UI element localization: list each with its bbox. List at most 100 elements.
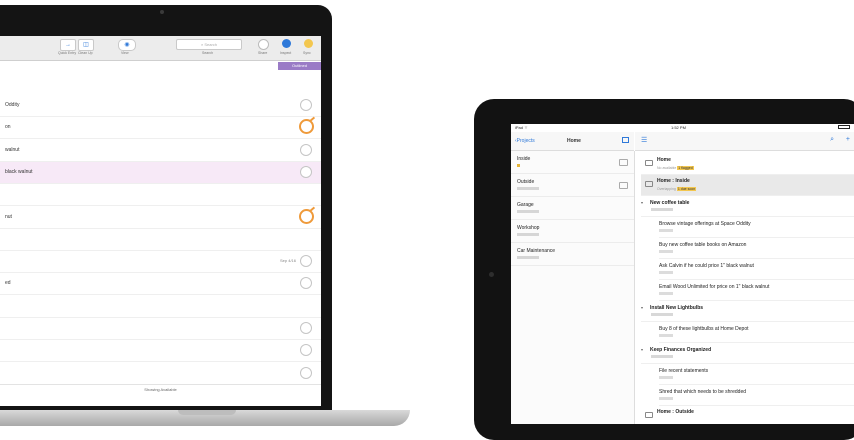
mac-toolbar: → ◫ Quick Entry Clean Up ◉ View ⌕ Search… xyxy=(0,36,321,61)
action-row[interactable]: Browse vintage offerings at Space Oddity xyxy=(659,217,854,238)
action-title: Buy new coffee table books on Amazon xyxy=(659,242,747,248)
disclosure-triangle-icon[interactable]: ▾ xyxy=(641,347,643,352)
disclosure-triangle-icon[interactable]: ▾ xyxy=(641,305,643,310)
action-row[interactable]: Shred that which needs to be shredded xyxy=(659,385,854,406)
share-button[interactable] xyxy=(258,39,269,50)
inspect-button[interactable] xyxy=(282,39,291,48)
disclosure-triangle-icon[interactable]: ▾ xyxy=(641,200,643,205)
action-subtitle xyxy=(659,334,673,337)
task-title: ed xyxy=(5,280,11,287)
folder-icon xyxy=(645,412,653,418)
status-circle-icon[interactable] xyxy=(300,255,312,268)
action-subtitle xyxy=(659,397,673,400)
folder-title: Home xyxy=(657,157,671,163)
sidebar-item-label: Inside xyxy=(517,156,531,162)
sidebar-item-folder[interactable]: Inside xyxy=(511,151,634,174)
task-row[interactable]: Oddity xyxy=(0,95,321,117)
search-input[interactable]: ⌕ Search xyxy=(176,39,242,50)
project-title: Install New Lightbulbs xyxy=(650,305,704,311)
task-title: walnut xyxy=(5,146,20,153)
action-row[interactable]: Ask Calvin if he could price 1" black wa… xyxy=(659,259,854,280)
back-button[interactable]: ‹Projects xyxy=(515,138,535,144)
view-button[interactable]: ◉ xyxy=(118,39,136,51)
action-subtitle xyxy=(659,229,673,232)
task-row[interactable] xyxy=(0,296,321,318)
action-title: Ask Calvin if he could price 1" black wa… xyxy=(659,263,754,269)
action-title: Browse vintage offerings at Space Oddity xyxy=(659,221,751,227)
task-row[interactable] xyxy=(0,340,321,363)
action-row[interactable]: Buy 8 of these lightbulbs at Home Depot xyxy=(659,322,854,343)
task-row[interactable] xyxy=(0,318,321,340)
folder-icon xyxy=(619,159,628,166)
action-title: Shred that which needs to be shredded xyxy=(659,389,747,395)
status-footer: Showing Available xyxy=(0,384,321,395)
search-icon[interactable]: ⌕ xyxy=(830,136,834,144)
folder-title: Home : Outside xyxy=(657,409,694,415)
task-row[interactable]: nut xyxy=(0,207,321,229)
action-title: File recent statements xyxy=(659,368,709,374)
status-circle-icon[interactable] xyxy=(300,99,312,111)
status-circle-icon[interactable] xyxy=(300,165,312,178)
sidebar-item-folder[interactable]: Car Maintenance xyxy=(511,243,634,266)
flagged-status-icon[interactable] xyxy=(299,119,314,135)
view-icon: ◉ xyxy=(124,42,130,48)
clean-up-button[interactable]: ◫ xyxy=(78,39,94,51)
sidebar-item-label: Outside xyxy=(517,179,535,185)
task-row[interactable]: Sep 4/16 xyxy=(0,251,321,274)
task-row[interactable]: walnut xyxy=(0,140,321,162)
sidebar-item-folder[interactable]: Workshop xyxy=(511,220,634,243)
add-icon[interactable]: + xyxy=(846,136,850,143)
sidebar-item-label: Workshop xyxy=(517,225,540,231)
battery-icon xyxy=(838,125,850,129)
task-row[interactable]: ed xyxy=(0,273,321,296)
sidebar-item-folder[interactable]: Outside xyxy=(511,174,634,197)
task-row[interactable] xyxy=(0,229,321,251)
project-title: Keep Finances Organized xyxy=(650,347,712,353)
task-row[interactable] xyxy=(0,363,321,385)
status-circle-icon[interactable] xyxy=(300,366,312,379)
project-subtitle xyxy=(651,355,673,358)
folder-icon xyxy=(619,182,628,189)
action-row[interactable]: Buy new coffee table books on Amazon xyxy=(659,238,854,259)
sidebar-item-subtitle xyxy=(517,256,539,259)
sidebar-item-folder[interactable]: Garage xyxy=(511,197,634,220)
folder-subtitle: No available 1 flagged xyxy=(657,166,694,170)
main-header: ☰ ⌕ + xyxy=(635,132,854,151)
task-row[interactable]: on xyxy=(0,117,321,140)
project-subtitle xyxy=(651,208,673,211)
folder-row[interactable]: Home : Inside Overlapping 1 due soon xyxy=(641,175,854,196)
home-button[interactable] xyxy=(489,272,494,277)
sync-button[interactable] xyxy=(304,39,313,48)
folder-row[interactable]: Home : Outside xyxy=(641,406,854,424)
action-row[interactable]: Email Wood Unlimited for price on 1" bla… xyxy=(659,280,854,301)
sidebar-item-subtitle xyxy=(517,187,539,190)
status-circle-icon[interactable] xyxy=(300,344,312,357)
folder-icon xyxy=(645,181,653,187)
folder-subtitle: Overlapping 1 due soon xyxy=(657,187,697,191)
status-circle-icon[interactable] xyxy=(300,277,312,290)
action-row[interactable]: File recent statements xyxy=(659,364,854,385)
inspector-icon: ◫ xyxy=(83,42,89,48)
project-row[interactable]: ▾ Keep Finances Organized xyxy=(641,343,854,364)
quick-entry-button[interactable]: → xyxy=(60,39,76,51)
status-circle-icon[interactable] xyxy=(300,143,312,156)
sidebar-header: ‹Projects Home xyxy=(511,132,634,151)
task-title: nut xyxy=(5,213,12,220)
project-title: New coffee table xyxy=(650,200,690,206)
status-badge: 1 flagged xyxy=(677,166,694,170)
flagged-status-icon[interactable] xyxy=(299,208,314,224)
folder-row[interactable]: Home No available 1 flagged xyxy=(641,154,854,175)
project-sidebar: Inside Outside Garage Workshop Car Maintenan… xyxy=(511,151,635,424)
status-circle-icon[interactable] xyxy=(300,322,312,334)
folder-title: Home : Inside xyxy=(657,178,690,184)
camera-icon xyxy=(160,10,164,14)
perspective-badge[interactable]: Outlined xyxy=(278,62,321,70)
project-row[interactable]: ▾ Install New Lightbulbs xyxy=(641,301,854,322)
sidebar-title: Home xyxy=(567,138,581,144)
task-row[interactable]: black walnut xyxy=(0,161,321,184)
list-view-icon[interactable]: ☰ xyxy=(641,136,647,144)
action-subtitle xyxy=(659,250,673,253)
project-row[interactable]: ▾ New coffee table xyxy=(641,196,854,217)
sidebar-toggle-icon[interactable] xyxy=(622,137,629,143)
task-row[interactable] xyxy=(0,184,321,207)
